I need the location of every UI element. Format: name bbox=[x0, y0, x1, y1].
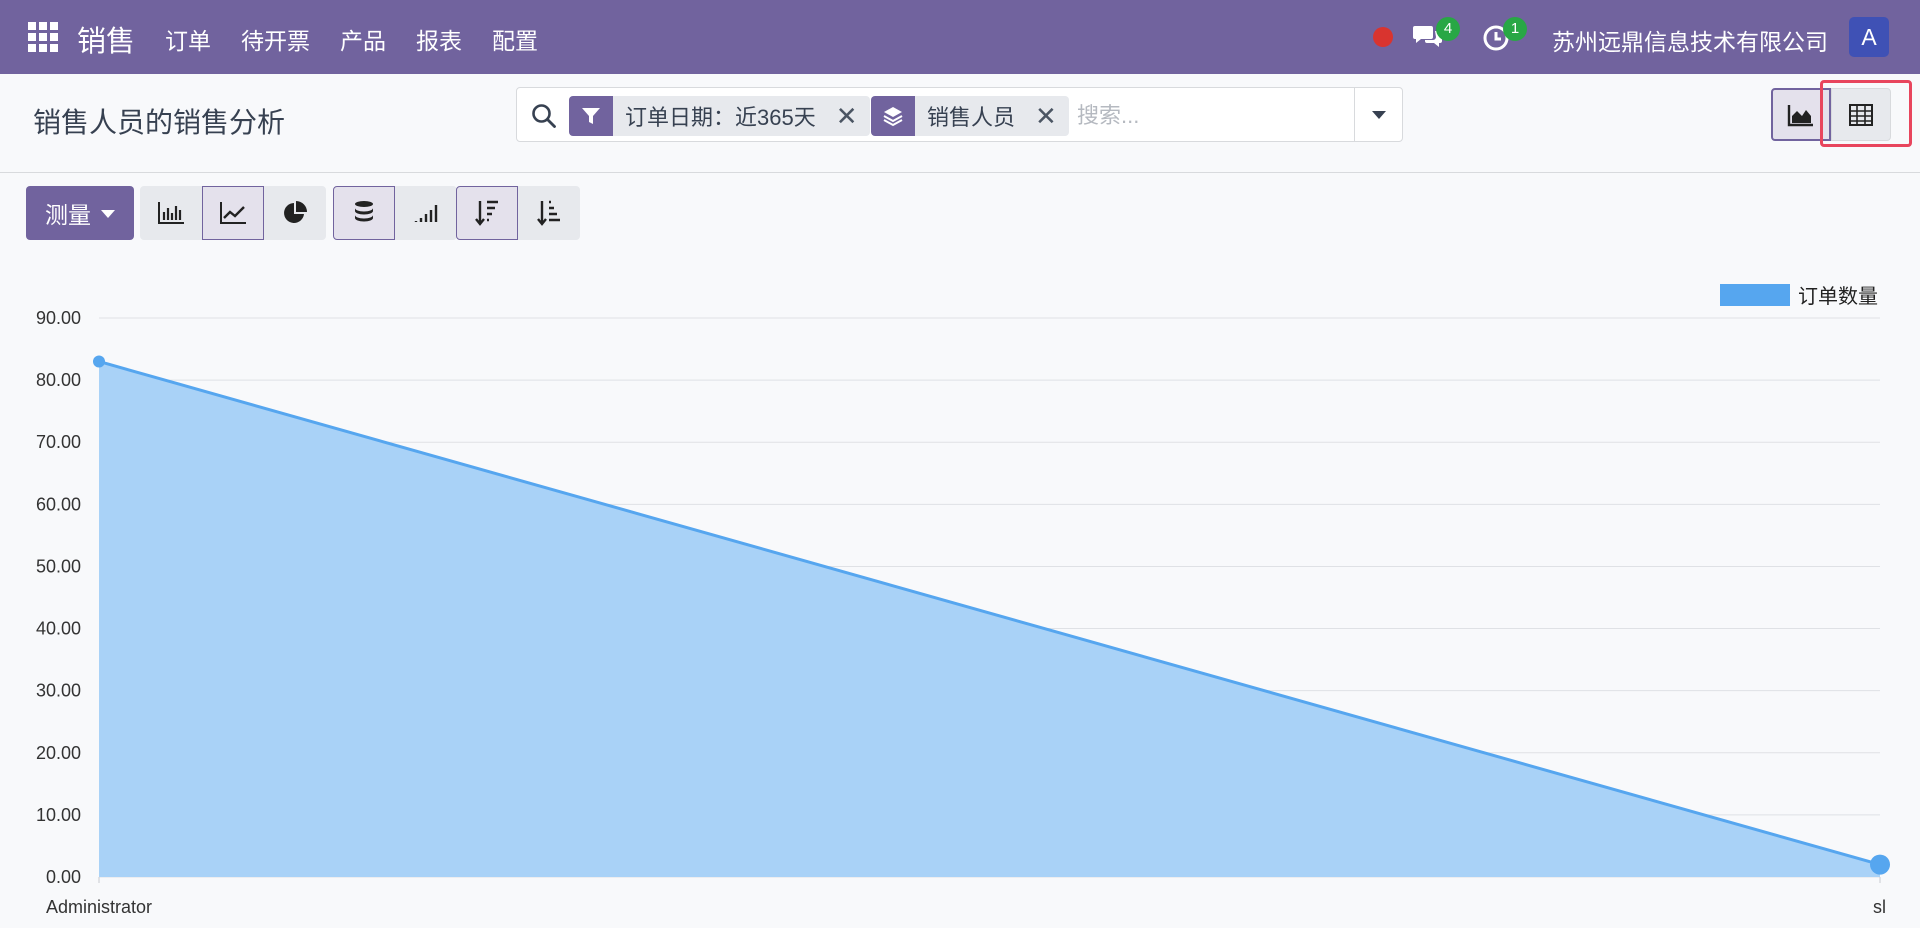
menu-item-orders[interactable]: 订单 bbox=[165, 22, 211, 56]
legend-label: 订单数量 bbox=[1798, 286, 1878, 308]
layers-icon bbox=[871, 96, 915, 136]
y-tick-label: 30.00 bbox=[36, 681, 81, 701]
control-panel: 销售人员的销售分析 订单日期：近365天 ✕ 销售人员 ✕ 搜索... bbox=[0, 74, 1920, 173]
area-chart: 0.00 10.00 20.00 30.00 40.00 50.00 60.00 70.00 8… bbox=[36, 308, 1890, 917]
menu-item-configuration[interactable]: 配置 bbox=[492, 22, 538, 56]
sort-ascending-button[interactable] bbox=[518, 186, 580, 240]
pie-chart-icon bbox=[284, 201, 307, 223]
facet-label: 销售人员 bbox=[927, 105, 1016, 130]
filter-icon bbox=[569, 96, 613, 136]
bar-chart-button[interactable] bbox=[140, 186, 202, 240]
signal-bars-icon bbox=[414, 205, 438, 222]
groupby-facet-salesperson[interactable]: 销售人员 ✕ bbox=[871, 96, 1069, 136]
chart-legend[interactable]: 订单数量 bbox=[1720, 280, 1878, 309]
graph-view-button[interactable] bbox=[1771, 88, 1831, 141]
chevron-down-icon bbox=[1371, 110, 1386, 119]
y-tick-label: 10.00 bbox=[36, 805, 81, 825]
line-chart-icon bbox=[220, 202, 246, 224]
pie-chart-button[interactable] bbox=[264, 186, 326, 240]
y-tick-label: 60.00 bbox=[36, 494, 81, 514]
filter-facet-order-date[interactable]: 订单日期：近365天 ✕ bbox=[569, 96, 870, 136]
sort-ascending-icon bbox=[537, 200, 560, 226]
bar-chart-icon bbox=[158, 202, 184, 224]
y-tick-label: 70.00 bbox=[36, 432, 81, 452]
caret-down-icon bbox=[101, 210, 115, 218]
view-switcher bbox=[1771, 88, 1891, 141]
area-chart-icon bbox=[1787, 104, 1813, 126]
search-icon bbox=[532, 104, 556, 128]
search-options-toggle[interactable] bbox=[1354, 88, 1402, 141]
line-chart-button[interactable] bbox=[202, 186, 264, 240]
sort-descending-icon bbox=[475, 200, 498, 226]
stacked-button[interactable] bbox=[333, 186, 395, 240]
menu-item-products[interactable]: 产品 bbox=[340, 22, 386, 56]
activities-badge: 1 bbox=[1503, 17, 1527, 41]
x-tick-label: sl bbox=[1873, 897, 1886, 917]
page-title: 销售人员的销售分析 bbox=[33, 107, 286, 138]
chart-area: 0.00 10.00 20.00 30.00 40.00 50.00 60.00 70.00 8… bbox=[0, 250, 1920, 928]
data-point bbox=[1870, 854, 1890, 875]
database-stack-icon bbox=[355, 201, 373, 222]
recording-indicator[interactable] bbox=[1373, 27, 1393, 47]
series-area bbox=[99, 361, 1880, 877]
chart-type-group bbox=[140, 186, 326, 240]
sort-group bbox=[456, 186, 580, 240]
stack-group bbox=[333, 186, 457, 240]
data-point bbox=[93, 355, 105, 368]
menu-item-to-invoice[interactable]: 待开票 bbox=[241, 22, 310, 56]
y-tick-label: 90.00 bbox=[36, 308, 81, 328]
menu-item-reporting[interactable]: 报表 bbox=[416, 22, 462, 56]
cumulative-button[interactable] bbox=[395, 186, 457, 240]
search-bar: 订单日期：近365天 ✕ 销售人员 ✕ bbox=[516, 87, 1403, 142]
facet-label: 订单日期：近365天 bbox=[625, 105, 816, 130]
apps-grid-icon[interactable] bbox=[28, 22, 58, 52]
y-tick-label: 80.00 bbox=[36, 370, 81, 390]
legend-swatch bbox=[1720, 283, 1790, 306]
measures-dropdown-button[interactable]: 测量 bbox=[26, 186, 134, 240]
x-tick-label: Administrator bbox=[46, 897, 152, 917]
app-brand[interactable]: 销售 bbox=[77, 18, 135, 60]
messages-badge: 4 bbox=[1436, 17, 1460, 41]
sort-descending-button[interactable] bbox=[456, 186, 518, 240]
remove-facet-close-icon[interactable]: ✕ bbox=[1035, 103, 1057, 129]
y-tick-label: 40.00 bbox=[36, 619, 81, 639]
pivot-view-button[interactable] bbox=[1831, 88, 1891, 141]
measures-label: 测量 bbox=[45, 202, 91, 228]
main-menu: 订单 待开票 产品 报表 配置 bbox=[165, 22, 568, 56]
user-avatar[interactable]: A bbox=[1849, 17, 1889, 57]
table-icon bbox=[1849, 103, 1873, 126]
company-switcher[interactable]: 苏州远鼎信息技术有限公司 bbox=[1552, 23, 1828, 57]
y-tick-label: 0.00 bbox=[46, 867, 81, 887]
y-tick-label: 20.00 bbox=[36, 743, 81, 763]
y-tick-label: 50.00 bbox=[36, 556, 81, 576]
remove-facet-close-icon[interactable]: ✕ bbox=[836, 103, 858, 129]
search-input[interactable] bbox=[1075, 98, 1339, 134]
top-navbar: 销售 订单 待开票 产品 报表 配置 4 1 苏州远鼎信息技术有限公司 A bbox=[0, 0, 1920, 74]
